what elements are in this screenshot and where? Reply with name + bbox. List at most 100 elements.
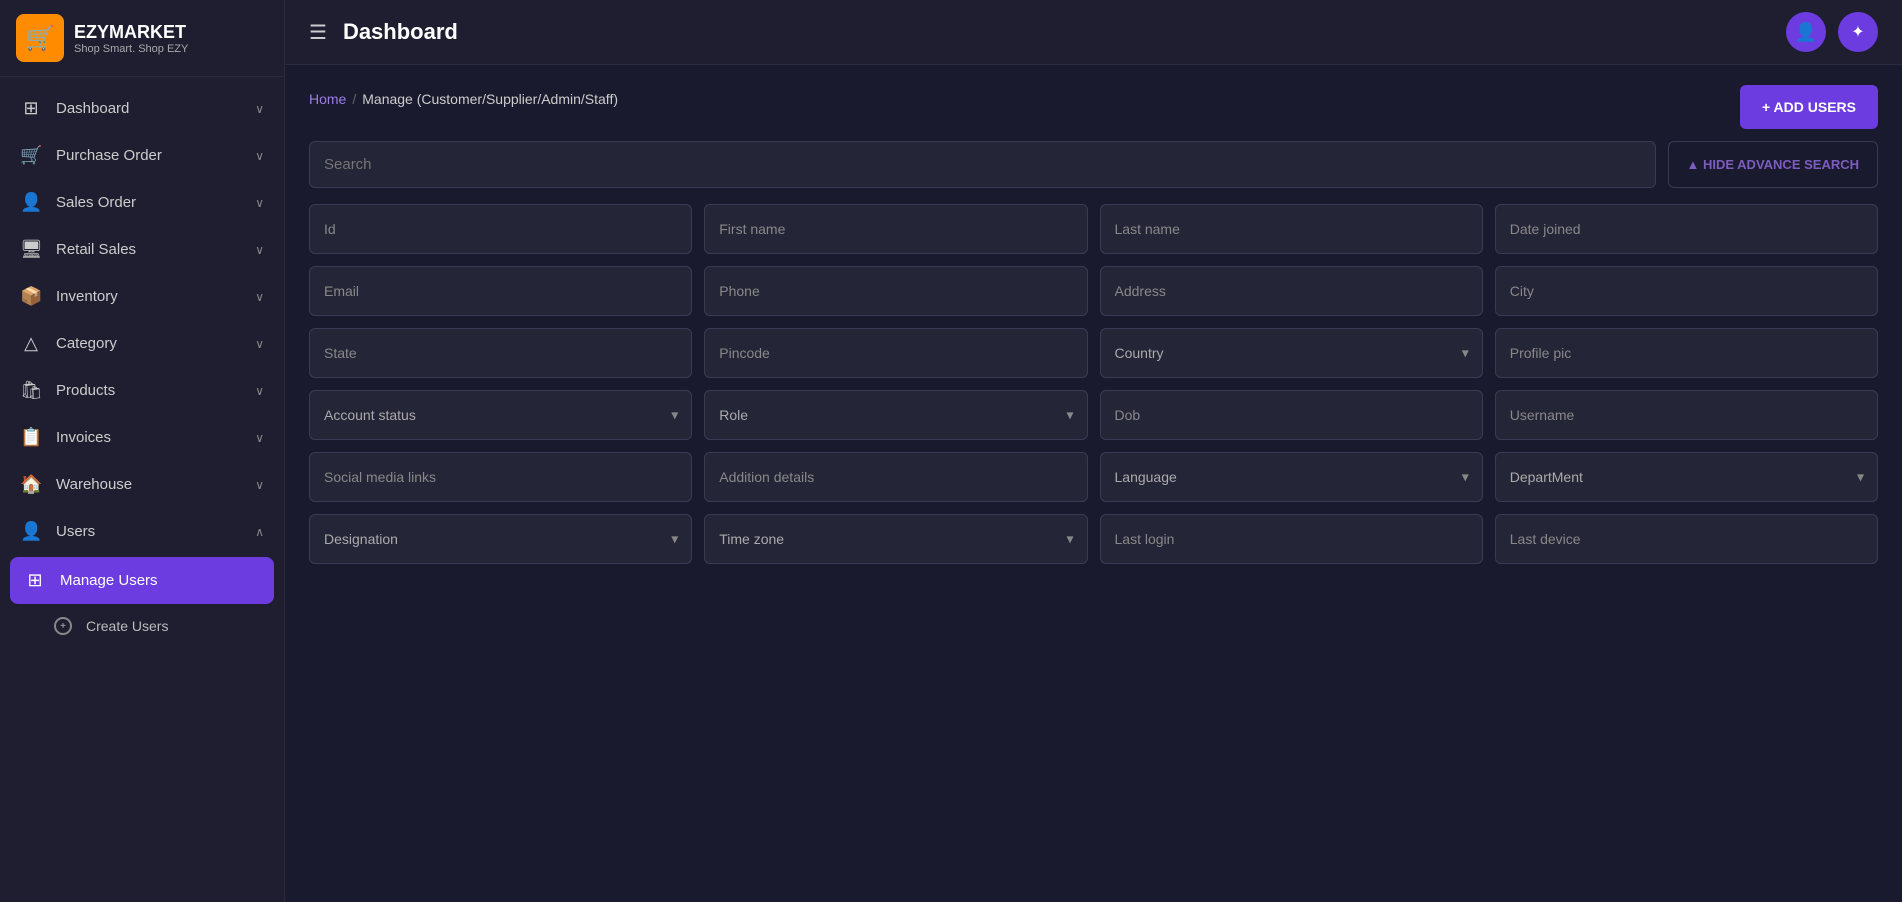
sidebar-item-dashboard[interactable]: ⊞ Dashboard ∨ [0,85,284,132]
filter-country-wrap: Country [1100,328,1483,378]
logo-icon: 🛒 [16,14,64,62]
breadcrumb-current: Manage (Customer/Supplier/Admin/Staff) [362,91,618,107]
filter-department-wrap: DepartMent [1495,452,1878,502]
sidebar-nav: ⊞ Dashboard ∨ 🛒 Purchase Order ∨ 👤 Sales… [0,77,284,902]
logo-emoji: 🛒 [25,24,55,53]
main-content: ☰ Dashboard 👤 ✦ Home / Manage (Customer/… [285,0,1902,902]
sidebar-item-manage-users[interactable]: ⊞ Manage Users [10,557,274,604]
filter-role[interactable]: Role [704,390,1087,440]
products-icon: 🛍 [20,380,42,401]
sidebar-item-label-invoices: Invoices [56,429,111,446]
filter-username[interactable] [1495,390,1878,440]
sidebar-item-label-sales-order: Sales Order [56,194,136,211]
filter-city[interactable] [1495,266,1878,316]
sidebar: 🛒 EZYMARKET Shop Smart. Shop EZY ⊞ Dashb… [0,0,285,902]
sidebar-item-label-manage-users: Manage Users [60,572,158,589]
filter-designation-wrap: Designation [309,514,692,564]
filter-country[interactable]: Country [1100,328,1483,378]
users-icon: 👤 [20,521,42,542]
sidebar-item-retail-sales[interactable]: 🖥 Retail Sales ∨ [0,226,284,273]
filter-social-media-links[interactable] [309,452,692,502]
avatar-button[interactable]: 👤 [1786,12,1826,52]
sidebar-item-label-purchase-order: Purchase Order [56,147,162,164]
filter-address[interactable] [1100,266,1483,316]
create-users-icon: + [54,617,72,635]
purchase-order-icon: 🛒 [20,145,42,166]
sidebar-item-products[interactable]: 🛍 Products ∨ [0,367,284,414]
filter-account-status-wrap: Account status [309,390,692,440]
chevron-down-icon: ∨ [255,290,264,304]
chevron-down-icon: ∨ [255,337,264,351]
category-icon: △ [20,333,42,354]
sidebar-item-warehouse[interactable]: 🏠 Warehouse ∨ [0,461,284,508]
page-content: Home / Manage (Customer/Supplier/Admin/S… [285,65,1902,902]
filter-language-wrap: Language [1100,452,1483,502]
sidebar-item-label-products: Products [56,382,115,399]
filter-email[interactable] [309,266,692,316]
filter-role-wrap: Role [704,390,1087,440]
filter-id[interactable] [309,204,692,254]
filter-account-status[interactable]: Account status [309,390,692,440]
filter-last-name[interactable] [1100,204,1483,254]
filter-designation[interactable]: Designation [309,514,692,564]
filter-department[interactable]: DepartMent [1495,452,1878,502]
search-row: ▲ HIDE ADVANCE SEARCH [309,141,1878,188]
sidebar-item-label-dashboard: Dashboard [56,100,129,117]
sidebar-item-users[interactable]: 👤 Users ∧ [0,508,284,555]
filter-pincode[interactable] [704,328,1087,378]
chevron-down-icon: ∨ [255,384,264,398]
sidebar-item-label-warehouse: Warehouse [56,476,132,493]
chevron-down-icon: ∨ [255,243,264,257]
sparkle-button[interactable]: ✦ [1838,12,1878,52]
invoices-icon: 📋 [20,427,42,448]
filter-state[interactable] [309,328,692,378]
filter-addition-details[interactable] [704,452,1087,502]
search-input[interactable] [324,142,1641,187]
page-title: Dashboard [343,19,458,45]
warehouse-icon: 🏠 [20,474,42,495]
add-users-button[interactable]: + ADD USERS [1740,85,1878,129]
filter-dob[interactable] [1100,390,1483,440]
breadcrumb-home[interactable]: Home [309,91,346,107]
brand-subtitle: Shop Smart. Shop EZY [74,43,188,55]
filter-profile-pic[interactable] [1495,328,1878,378]
sidebar-item-label-retail-sales: Retail Sales [56,241,136,258]
filter-date-joined[interactable] [1495,204,1878,254]
sidebar-item-label-users: Users [56,523,95,540]
filter-last-device[interactable] [1495,514,1878,564]
filter-first-name[interactable] [704,204,1087,254]
manage-users-icon: ⊞ [24,570,46,591]
chevron-down-icon: ∨ [255,431,264,445]
breadcrumb: Home / Manage (Customer/Supplier/Admin/S… [309,91,618,107]
brand-logo: 🛒 EZYMARKET Shop Smart. Shop EZY [0,0,284,77]
topbar: ☰ Dashboard 👤 ✦ [285,0,1902,65]
inventory-icon: 📦 [20,286,42,307]
hide-advance-search-button[interactable]: ▲ HIDE ADVANCE SEARCH [1668,141,1879,188]
hamburger-button[interactable]: ☰ [309,20,327,45]
chevron-down-icon: ∨ [255,478,264,492]
filter-language[interactable]: Language [1100,452,1483,502]
filter-timezone[interactable]: Time zone [704,514,1087,564]
sidebar-item-label-inventory: Inventory [56,288,118,305]
retail-sales-icon: 🖥 [20,239,42,260]
sidebar-item-label-create-users: Create Users [86,618,168,634]
sidebar-item-category[interactable]: △ Category ∨ [0,320,284,367]
filter-phone[interactable] [704,266,1087,316]
dashboard-icon: ⊞ [20,98,42,119]
filter-last-login[interactable] [1100,514,1483,564]
sales-order-icon: 👤 [20,192,42,213]
chevron-down-icon: ∨ [255,149,264,163]
filter-grid: Country Account status Role [309,204,1878,564]
breadcrumb-separator: / [352,91,356,107]
chevron-up-icon: ∧ [255,525,264,539]
sidebar-item-invoices[interactable]: 📋 Invoices ∨ [0,414,284,461]
sidebar-item-sales-order[interactable]: 👤 Sales Order ∨ [0,179,284,226]
logo-text: EZYMARKET Shop Smart. Shop EZY [74,22,188,55]
chevron-down-icon: ∨ [255,102,264,116]
sidebar-item-create-users[interactable]: + Create Users [0,606,284,646]
brand-title: EZYMARKET [74,22,188,43]
sidebar-item-purchase-order[interactable]: 🛒 Purchase Order ∨ [0,132,284,179]
sidebar-item-label-category: Category [56,335,117,352]
sidebar-item-inventory[interactable]: 📦 Inventory ∨ [0,273,284,320]
chevron-down-icon: ∨ [255,196,264,210]
